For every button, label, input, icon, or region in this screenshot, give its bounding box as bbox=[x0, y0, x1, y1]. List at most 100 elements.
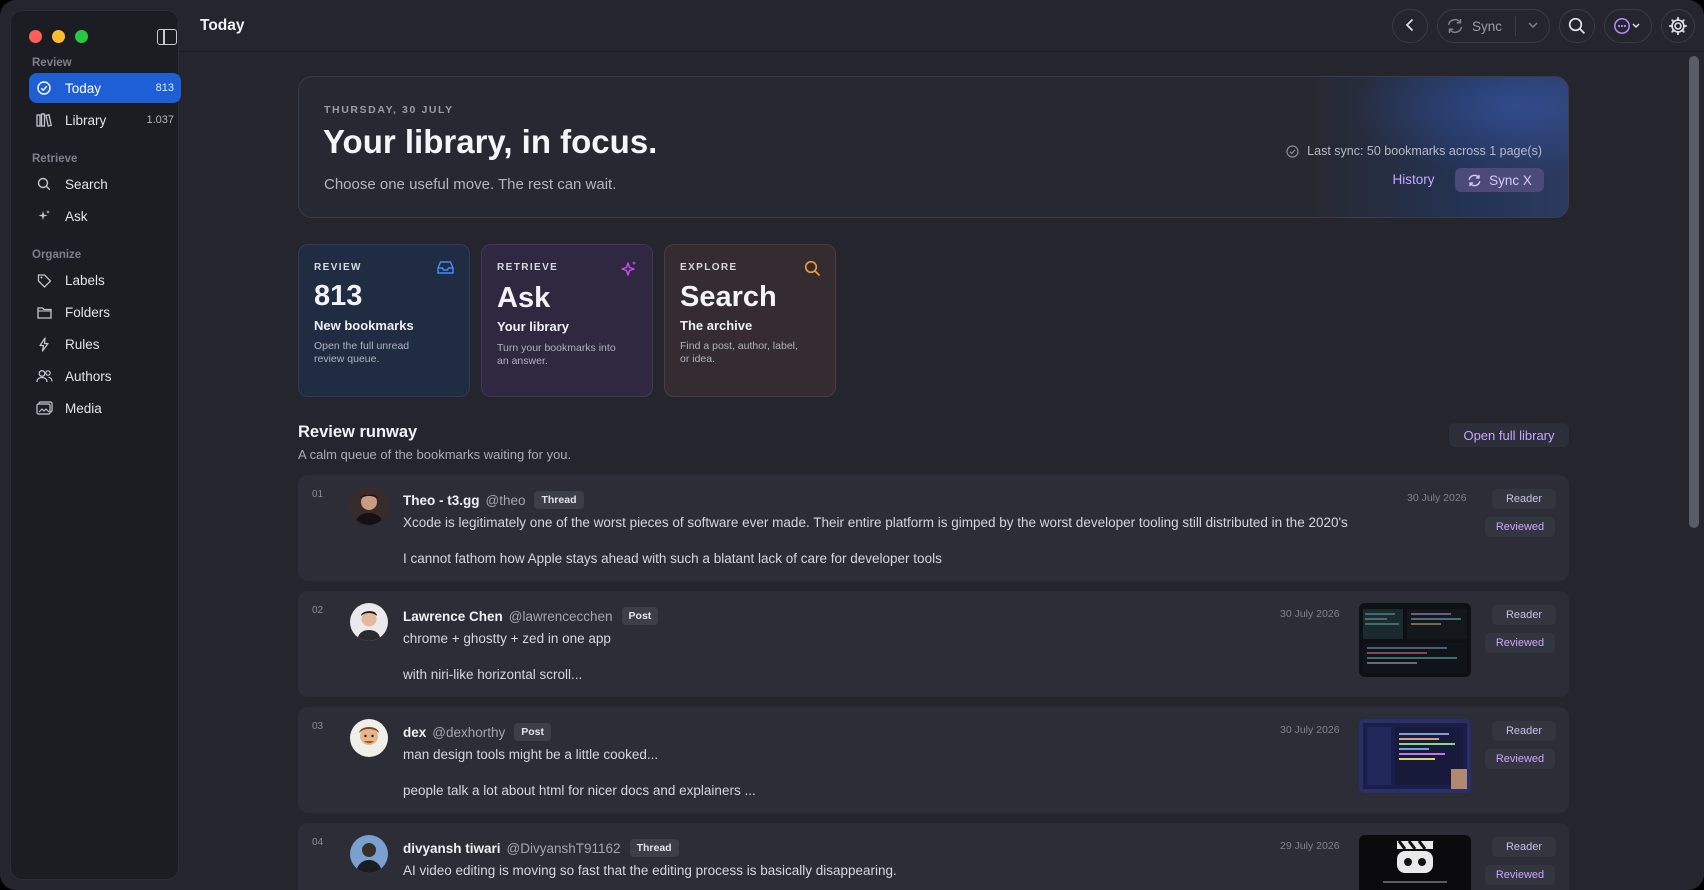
avatar[interactable] bbox=[350, 487, 388, 525]
section-label-review: Review bbox=[32, 57, 72, 69]
card-sub: New bookmarks bbox=[314, 318, 414, 333]
post-text-line: with niri-like horizontal scroll... bbox=[403, 667, 583, 682]
settings-button[interactable] bbox=[1661, 9, 1695, 43]
sidebar-item-labels[interactable]: Labels bbox=[29, 265, 181, 295]
type-badge: Thread bbox=[534, 491, 584, 509]
media-thumbnail[interactable] bbox=[1359, 835, 1471, 890]
open-full-library-button[interactable]: Open full library bbox=[1449, 423, 1569, 447]
sidebar-item-label: Library bbox=[65, 112, 107, 128]
zoom-window-button[interactable] bbox=[75, 30, 88, 43]
history-button[interactable]: History bbox=[1380, 168, 1447, 191]
hero-subtitle: Choose one useful move. The rest can wai… bbox=[324, 176, 617, 193]
sparkle-icon bbox=[620, 260, 638, 283]
author-handle: @theo bbox=[485, 492, 526, 508]
back-button[interactable] bbox=[1392, 9, 1428, 43]
avatar[interactable] bbox=[350, 603, 388, 641]
list-item[interactable]: 04 divyansh tiwari @DivyanshT91162 Threa… bbox=[298, 823, 1569, 890]
gear-icon bbox=[1668, 16, 1688, 36]
sidebar-item-media[interactable]: Media bbox=[29, 393, 181, 423]
sidebar-item-folders[interactable]: Folders bbox=[29, 297, 181, 327]
bookmark-date: 29 July 2026 bbox=[1280, 840, 1340, 852]
post-text-line: people talk a lot about html for nicer d… bbox=[403, 783, 756, 798]
search-icon bbox=[804, 260, 821, 282]
post-text-line: man design tools might be a little cooke… bbox=[403, 747, 659, 762]
sidebar-item-library[interactable]: Library 1.037 bbox=[29, 105, 181, 135]
sync-button-group[interactable]: Sync bbox=[1437, 9, 1550, 43]
card-sub: Your library bbox=[497, 319, 570, 334]
tag-icon bbox=[35, 271, 53, 289]
reader-button[interactable]: Reader bbox=[1492, 605, 1556, 625]
sidebar-item-rules[interactable]: Rules bbox=[29, 329, 181, 359]
card-big: Ask bbox=[497, 282, 551, 314]
list-item[interactable]: 01 Theo - t3.gg @theo Thread 30 July 202… bbox=[298, 475, 1569, 581]
search-icon bbox=[35, 175, 53, 193]
card-eyebrow: RETRIEVE bbox=[497, 262, 559, 273]
minimize-window-button[interactable] bbox=[52, 30, 65, 43]
media-icon bbox=[35, 399, 53, 417]
avatar[interactable] bbox=[350, 835, 388, 873]
sidebar-item-authors[interactable]: Authors bbox=[29, 361, 181, 391]
reviewed-status-badge[interactable]: Reviewed bbox=[1485, 749, 1555, 769]
bolt-icon bbox=[35, 335, 53, 353]
author-name[interactable]: divyansh tiwari bbox=[403, 841, 501, 856]
reviewed-status-badge[interactable]: Reviewed bbox=[1485, 517, 1555, 537]
section-label-organize: Organize bbox=[32, 249, 82, 261]
card-desc: Open the full unread review queue. bbox=[314, 340, 410, 365]
avatar[interactable] bbox=[350, 719, 388, 757]
inbox-icon bbox=[436, 260, 455, 280]
row-number: 03 bbox=[312, 721, 324, 732]
sidebar-item-today[interactable]: Today 813 bbox=[29, 73, 181, 103]
search-button[interactable] bbox=[1559, 9, 1595, 43]
chevron-down-icon[interactable] bbox=[1527, 19, 1539, 31]
post-text-line: AI video editing is moving so fast that … bbox=[403, 863, 897, 878]
more-options-icon bbox=[1613, 17, 1643, 35]
reader-button[interactable]: Reader bbox=[1492, 721, 1556, 741]
check-circle-icon bbox=[1286, 144, 1299, 158]
bookmark-date: 30 July 2026 bbox=[1280, 608, 1340, 620]
post-text-line: I cannot fathom how Apple stays ahead wi… bbox=[403, 551, 942, 566]
card-sub: The archive bbox=[680, 318, 753, 333]
card-retrieve[interactable]: RETRIEVE Ask Your library Turn your book… bbox=[481, 244, 653, 397]
close-window-button[interactable] bbox=[29, 30, 42, 43]
type-badge: Post bbox=[621, 607, 659, 625]
row-number: 02 bbox=[312, 605, 324, 616]
sync-x-button[interactable]: Sync X bbox=[1455, 168, 1544, 192]
more-menu-button[interactable] bbox=[1604, 9, 1652, 43]
media-thumbnail[interactable] bbox=[1359, 603, 1471, 677]
sidebar-item-ask[interactable]: Ask bbox=[29, 201, 181, 231]
hero-date: THURSDAY, 30 JULY bbox=[324, 104, 454, 116]
reviewed-status-badge[interactable]: Reviewed bbox=[1485, 865, 1555, 885]
reader-button[interactable]: Reader bbox=[1492, 837, 1556, 857]
row-number: 01 bbox=[312, 489, 324, 500]
sidebar-toggle-icon[interactable] bbox=[157, 29, 177, 45]
sidebar-item-label: Rules bbox=[65, 336, 100, 352]
card-desc: Turn your bookmarks into an answer. bbox=[497, 342, 616, 367]
author-handle: @dexhorthy bbox=[432, 724, 506, 740]
sidebar: Review Today 813 Library 1.037 Retrieve … bbox=[10, 10, 181, 880]
sparkle-icon bbox=[35, 207, 53, 225]
hero-title: Your library, in focus. bbox=[323, 123, 658, 160]
card-review[interactable]: REVIEW 813 New bookmarks Open the full u… bbox=[298, 244, 470, 397]
author-name[interactable]: Theo - t3.gg bbox=[403, 493, 480, 508]
bookmark-date: 30 July 2026 bbox=[1280, 724, 1340, 736]
card-explore[interactable]: EXPLORE Search The archive Find a post, … bbox=[664, 244, 836, 397]
window-controls bbox=[29, 30, 88, 43]
search-icon bbox=[1568, 17, 1586, 35]
list-item[interactable]: 03 dex @dexhorthy Post 30 July 2026 man … bbox=[298, 707, 1569, 813]
reader-button[interactable]: Reader bbox=[1492, 489, 1556, 509]
sync-label: Sync bbox=[1472, 18, 1503, 34]
card-desc: Find a post, author, label, or idea. bbox=[680, 340, 798, 365]
app-window: Review Today 813 Library 1.037 Retrieve … bbox=[0, 0, 1704, 890]
sidebar-item-search[interactable]: Search bbox=[29, 169, 181, 199]
list-item[interactable]: 02 Lawrence Chen @lawrencecchen Post 30 … bbox=[298, 591, 1569, 697]
reviewed-status-badge[interactable]: Reviewed bbox=[1485, 633, 1555, 653]
author-name[interactable]: dex bbox=[403, 725, 426, 740]
author-handle: @lawrencecchen bbox=[508, 608, 613, 624]
last-sync-text: Last sync: 50 bookmarks across 1 page(s) bbox=[1307, 144, 1542, 158]
author-name[interactable]: Lawrence Chen bbox=[403, 609, 503, 624]
media-thumbnail[interactable] bbox=[1359, 719, 1471, 793]
sync-x-label: Sync X bbox=[1489, 172, 1532, 188]
sidebar-item-count: 1.037 bbox=[146, 114, 174, 126]
vertical-scrollbar[interactable] bbox=[1689, 56, 1699, 528]
card-big: Search bbox=[680, 281, 777, 313]
